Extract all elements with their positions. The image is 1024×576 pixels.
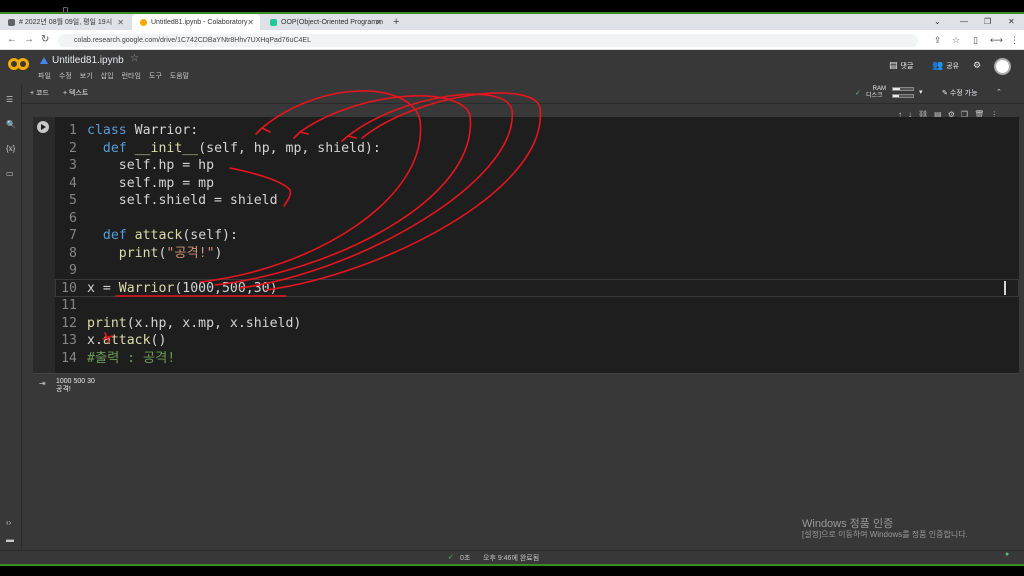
notebook-title[interactable]: Untitled81.ipynb (52, 55, 124, 66)
menu-runtime[interactable]: 런타임 (122, 71, 141, 81)
cell-output (33, 373, 1019, 401)
menu-file[interactable]: 파일 (38, 71, 51, 81)
forward-icon[interactable]: → (24, 30, 34, 50)
code-line-8: 8 print("공격!") (69, 245, 223, 261)
tab-3[interactable]: OOP(Object-Oriented Programm ✕ (262, 14, 388, 30)
add-text-button[interactable]: + 텍스트 (63, 88, 88, 98)
colab-logo[interactable] (8, 58, 30, 72)
code-line-10: 10 x = Warrior (1000,500,30) (61, 280, 278, 296)
menu-bar: 파일 수정 보기 삽입 런타임 도구 도움말 (38, 71, 189, 81)
check-icon: ✓ (855, 90, 861, 97)
text-cursor (1004, 281, 1006, 295)
code-line-12: 12 print (x.hp, x.mp, x.shield) (61, 315, 302, 331)
code-line-14: 14 #출력 : 공격! (61, 350, 176, 366)
minimize-button[interactable]: — (960, 14, 968, 30)
code-line-7: 7 def attack (self): (69, 228, 238, 243)
code-line-13: 13 x. attack() (61, 333, 167, 348)
output-text: 1000 500 30 공격! (56, 378, 95, 393)
check-icon: ✓ (448, 554, 454, 561)
menu-insert[interactable]: 삽입 (101, 71, 114, 81)
new-tab-button[interactable]: + (393, 14, 399, 30)
avatar[interactable] (994, 58, 1011, 75)
code-line-1: 1 class Warrior: (69, 123, 199, 138)
exec-time: 0초 (460, 555, 471, 562)
left-sidebar (0, 84, 22, 550)
edit-mode-button[interactable]: ✎ 수정 가능 (942, 88, 978, 98)
gear-icon: ⚙ (973, 60, 982, 70)
variables-icon[interactable]: {x} (6, 144, 15, 153)
address-bar: ← → ↻ colab.research.google.com/drive/1C… (0, 30, 1024, 50)
kebab-menu-icon[interactable]: ⋮ (1010, 30, 1019, 50)
colab-icon (140, 18, 147, 26)
velog-icon (270, 18, 277, 26)
completed-time: 오후 9:46에 완료됨 (483, 555, 540, 562)
tab-1[interactable]: # 2022년 08월 09일, 평일 19시 ✕ (0, 14, 130, 30)
code-line-11: 11 (61, 298, 77, 313)
menu-tools[interactable]: 도구 (149, 71, 162, 81)
globe-icon (8, 18, 15, 26)
windows-activation-sub: [설정]으로 이동하여 Windows를 정품 인증합니다. (802, 530, 968, 539)
code-line-3: 3 self.hp = hp (69, 158, 215, 173)
menu-help[interactable]: 도움말 (170, 71, 189, 81)
status-dot: ● (1005, 551, 1010, 558)
maximize-button[interactable]: ❐ (984, 14, 991, 30)
share-button[interactable]: 👥 공유 (932, 60, 959, 71)
cell-gutter (33, 117, 55, 373)
code-line-5: 5 self.shield = shield (69, 193, 278, 208)
back-icon[interactable]: ← (7, 30, 17, 50)
code-line-6: 6 (69, 210, 77, 226)
output-icon[interactable]: ⇥ (39, 379, 46, 388)
close-icon[interactable]: ✕ (375, 18, 382, 27)
close-icon[interactable]: ✕ (247, 18, 254, 27)
star-icon[interactable]: ☆ (130, 53, 139, 64)
code-editor[interactable]: 1 class Warrior: 2 def __init__ (self, hp,… (55, 122, 381, 367)
ram-bar (892, 87, 914, 91)
people-icon: 👥 (932, 60, 944, 70)
code-line-9: 9 (69, 263, 77, 278)
bookmark-star-icon[interactable]: ☆ (952, 30, 960, 50)
sidepanel-icon[interactable]: ▯ (973, 30, 978, 50)
share-icon[interactable]: ⇪ (934, 30, 942, 50)
folder-icon[interactable]: ▭ (6, 169, 14, 178)
tab-2[interactable]: Untitled81.ipynb - Colaboratory ✕ (132, 14, 260, 30)
lock-icon (63, 7, 68, 13)
close-window-button[interactable]: ✕ (1008, 14, 1015, 30)
extension-icon[interactable]: ⟷ (990, 30, 1003, 50)
browser-tab-strip: # 2022년 08월 09일, 평일 19시 ✕ Untitled81.ipy… (0, 14, 1024, 30)
add-code-button[interactable]: + 코드 (30, 88, 49, 98)
code-line-4: 4 self.mp = mp (69, 175, 215, 191)
menu-edit[interactable]: 수정 (59, 71, 72, 81)
code-snippets-icon[interactable]: ‹› (6, 518, 11, 527)
pencil-icon: ✎ (942, 90, 948, 97)
settings-button[interactable]: ⚙ (973, 60, 981, 71)
chevron-down-icon[interactable]: ⌃ (996, 88, 1002, 96)
resource-indicator[interactable]: RAM 디스크 (866, 86, 886, 100)
menu-view[interactable]: 보기 (80, 71, 93, 81)
run-cell-button[interactable] (37, 121, 49, 133)
reload-icon[interactable]: ↻ (41, 30, 49, 50)
terminal-icon[interactable]: ▬ (6, 535, 14, 544)
resource-dropdown-icon[interactable]: ▾ (919, 88, 923, 96)
disk-bar (892, 94, 914, 98)
comment-button[interactable]: ▤ 댓글 (889, 60, 913, 71)
comment-icon: ▤ (889, 60, 898, 70)
url-input[interactable]: colab.research.google.com/drive/1C742CDB… (58, 34, 918, 47)
chevron-down-icon[interactable]: ⌄ (934, 14, 941, 30)
search-icon[interactable]: 🔍 (6, 120, 16, 129)
toc-icon[interactable]: ☰ (6, 95, 13, 104)
code-line-2: 2 def __init__ (self, hp, mp, shield): (69, 140, 381, 156)
close-icon[interactable]: ✕ (117, 18, 124, 27)
